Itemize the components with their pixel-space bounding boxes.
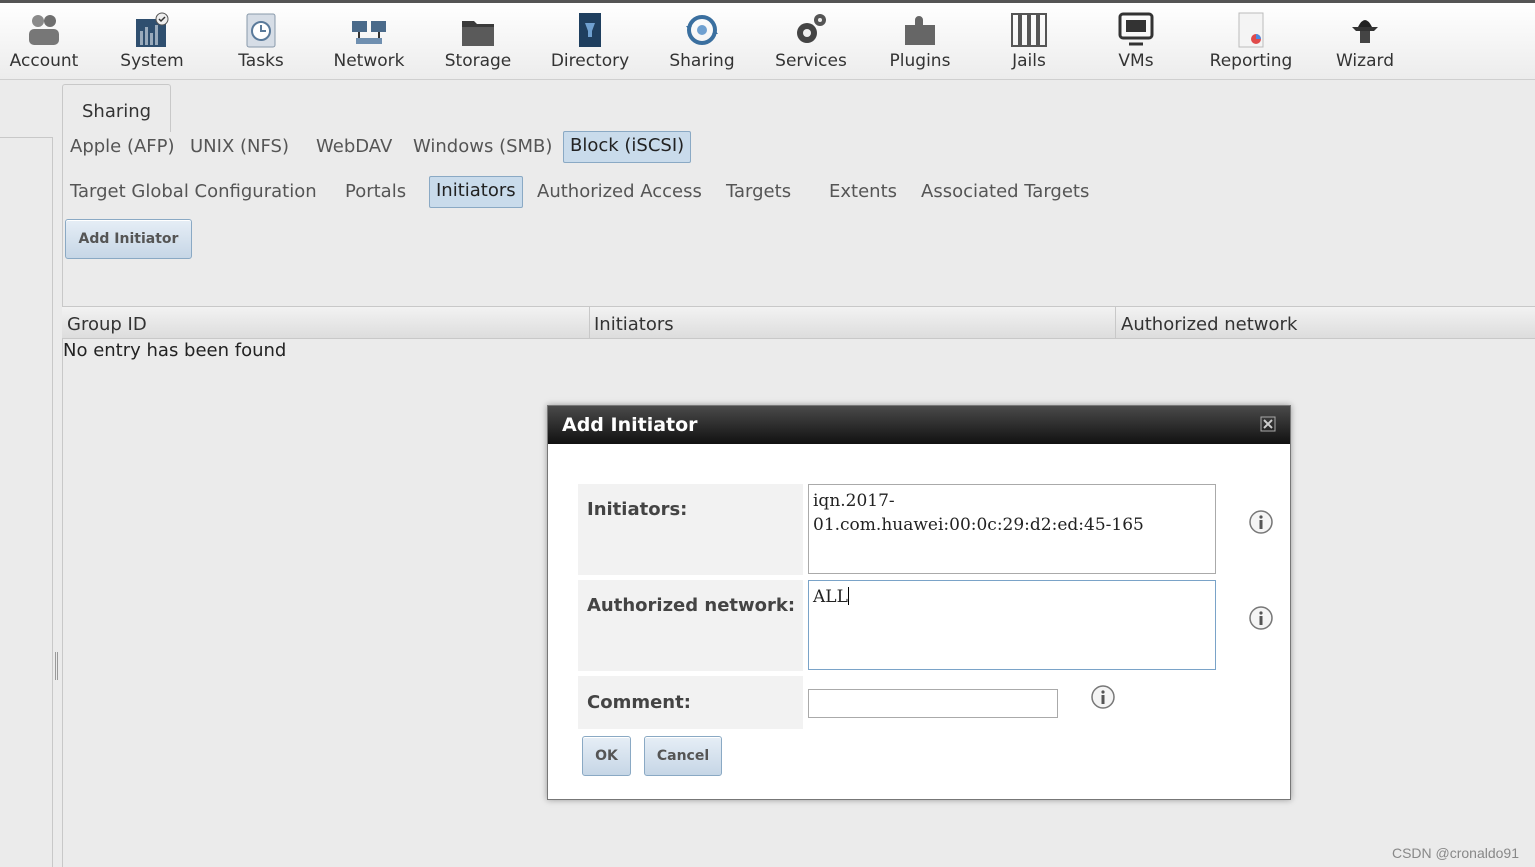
nav-storage[interactable]: Storage: [442, 11, 514, 75]
plugins-icon: [905, 16, 935, 45]
tab-webdav[interactable]: WebDAV: [310, 133, 398, 160]
system-icon: [136, 12, 169, 47]
nav-tasks[interactable]: Tasks: [226, 11, 296, 75]
tab-targets[interactable]: Targets: [720, 178, 797, 205]
nav-directory-label: Directory: [550, 51, 630, 71]
tab-associated-targets[interactable]: Associated Targets: [915, 178, 1095, 205]
initiators-textarea[interactable]: iqn.2017- 01.com.huawei:00:0c:29:d2:ed:4…: [808, 484, 1216, 574]
network-icon: [352, 21, 386, 44]
tab-unix-nfs[interactable]: UNIX (NFS): [184, 133, 295, 160]
nav-reporting[interactable]: Reporting: [1205, 11, 1297, 75]
tab-portals[interactable]: Portals: [339, 178, 412, 205]
tab-block-iscsi[interactable]: Block (iSCSI): [563, 131, 692, 163]
nav-jails[interactable]: Jails: [1002, 11, 1056, 75]
wizard-icon: [1352, 20, 1378, 43]
cancel-button[interactable]: Cancel: [644, 736, 722, 776]
tab-extents[interactable]: Extents: [823, 178, 903, 205]
directory-icon: [579, 13, 601, 47]
tab-authorized-access[interactable]: Authorized Access: [531, 178, 708, 205]
top-toolbar: Account System Tasks Network Storage Dir…: [0, 0, 1535, 80]
left-tree-panel: [0, 137, 53, 867]
authorized-network-value: ALL: [813, 587, 848, 607]
nav-account-label: Account: [9, 51, 79, 71]
column-header-authorized-network[interactable]: Authorized network: [1116, 307, 1535, 338]
nav-plugins-label: Plugins: [889, 51, 951, 71]
table-header: Group ID Initiators Authorized network: [62, 306, 1535, 339]
watermark: CSDN @cronaldo91: [1391, 845, 1519, 861]
nav-storage-label: Storage: [444, 51, 512, 71]
tab-sharing[interactable]: Sharing: [62, 84, 171, 132]
text-cursor: [847, 587, 849, 605]
services-icon: [797, 14, 826, 43]
nav-system[interactable]: System: [116, 11, 188, 75]
close-icon[interactable]: [1260, 416, 1276, 432]
account-icon: [29, 15, 59, 45]
nav-reporting-label: Reporting: [1209, 51, 1293, 71]
add-initiator-button[interactable]: Add Initiator: [65, 219, 192, 259]
nav-tasks-label: Tasks: [238, 51, 284, 71]
initiators-label: Initiators:: [578, 484, 803, 575]
dialog-title: Add Initiator: [548, 406, 1290, 444]
nav-network[interactable]: Network: [330, 11, 408, 75]
tasks-icon: [246, 13, 276, 48]
jails-icon: [1011, 13, 1047, 47]
storage-icon: [462, 21, 494, 46]
empty-table-message: No entry has been found: [63, 340, 287, 361]
info-icon[interactable]: [1248, 605, 1274, 631]
nav-account[interactable]: Account: [8, 11, 80, 75]
tab-target-global-configuration[interactable]: Target Global Configuration: [64, 178, 323, 205]
nav-sharing[interactable]: Sharing: [666, 11, 738, 75]
nav-directory[interactable]: Directory: [547, 11, 633, 75]
info-icon[interactable]: [1248, 509, 1274, 535]
nav-jails-label: Jails: [1012, 51, 1046, 71]
column-header-initiators[interactable]: Initiators: [589, 307, 1116, 338]
nav-services[interactable]: Services: [772, 11, 850, 75]
vms-icon: [1118, 12, 1154, 46]
nav-network-label: Network: [333, 51, 405, 71]
nav-vms[interactable]: VMs: [1112, 11, 1160, 75]
sharing-icon: [686, 15, 718, 45]
comment-label: Comment:: [578, 676, 803, 729]
comment-input[interactable]: [808, 689, 1058, 718]
tab-apple-afp[interactable]: Apple (AFP): [64, 133, 181, 160]
panel-splitter-handle[interactable]: [55, 652, 58, 680]
ok-button[interactable]: OK: [582, 736, 631, 776]
tab-windows-smb[interactable]: Windows (SMB): [407, 133, 558, 160]
authorized-network-label: Authorized network:: [578, 580, 803, 671]
nav-wizard-label: Wizard: [1336, 51, 1394, 71]
column-header-group-id[interactable]: Group ID: [62, 307, 590, 338]
nav-plugins[interactable]: Plugins: [886, 11, 954, 75]
reporting-icon: [1238, 12, 1264, 48]
nav-system-label: System: [120, 51, 184, 71]
info-icon[interactable]: [1090, 684, 1116, 710]
authorized-network-textarea[interactable]: ALL: [808, 580, 1216, 670]
nav-vms-label: VMs: [1118, 51, 1154, 71]
tab-initiators[interactable]: Initiators: [429, 176, 523, 208]
nav-sharing-label: Sharing: [669, 51, 735, 71]
nav-services-label: Services: [775, 51, 847, 71]
nav-wizard[interactable]: Wizard: [1332, 11, 1398, 75]
